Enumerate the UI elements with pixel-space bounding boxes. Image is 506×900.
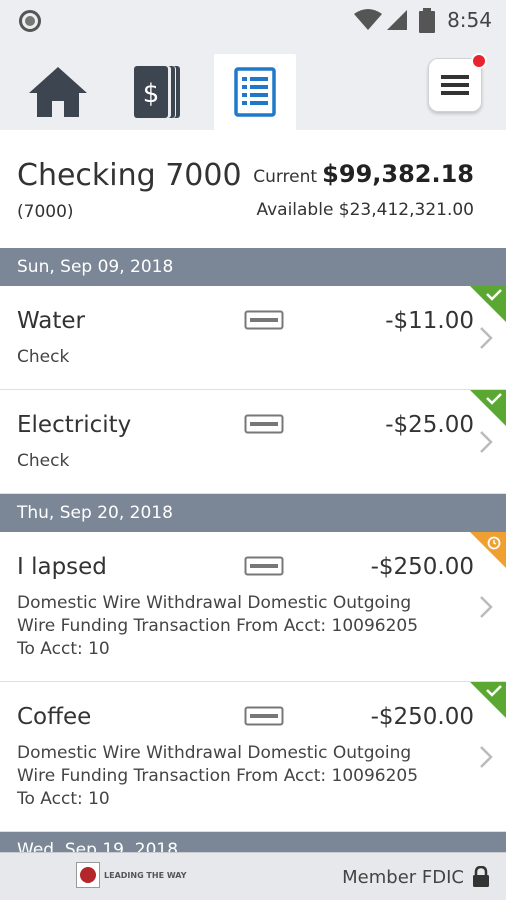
clock: 8:54 <box>447 8 492 32</box>
check-card-icon <box>244 310 284 330</box>
bank-seal-icon <box>76 862 100 888</box>
document-list-icon <box>234 67 276 117</box>
chevron-right-icon <box>480 327 493 349</box>
cleared-status-icon <box>470 682 506 718</box>
svg-text:$: $ <box>143 79 160 109</box>
home-icon <box>29 67 87 117</box>
status-bar: 8:54 <box>0 0 506 40</box>
transaction-amount: -$250.00 <box>370 554 474 580</box>
logo-tagline: LEADING THE WAY <box>104 870 187 880</box>
account-name: Checking 7000 <box>17 158 242 193</box>
transaction-description: Domestic Wire Withdrawal Domestic Outgoi… <box>17 743 419 809</box>
date-header: Thu, Sep 20, 2018 <box>0 494 506 532</box>
footer: LEADING THE WAY Member FDIC <box>0 852 506 900</box>
cell-signal-icon <box>387 10 407 30</box>
date-header: Sun, Sep 09, 2018 <box>0 248 506 286</box>
lock-icon <box>473 866 489 887</box>
transaction-title: Water <box>17 308 85 334</box>
account-number: (7000) <box>17 202 74 222</box>
account-summary: Checking 7000 (7000) Current $99,382.18 … <box>0 130 506 248</box>
battery-icon <box>419 8 435 33</box>
transaction-title: I lapsed <box>17 554 107 580</box>
current-balance-label: Current <box>253 167 318 187</box>
transaction-description: Check <box>17 451 70 471</box>
dollar-cards-icon: $ <box>134 66 180 118</box>
wifi-icon <box>354 9 382 30</box>
cleared-status-icon <box>470 286 506 322</box>
transaction-row[interactable]: Coffee Domestic Wire Withdrawal Domestic… <box>0 682 506 832</box>
tab-home[interactable] <box>17 54 99 130</box>
pending-status-icon <box>470 532 506 568</box>
date-header: Wed, Sep 19, 2018 <box>0 832 506 852</box>
check-card-icon <box>244 556 284 576</box>
transaction-row[interactable]: I lapsed Domestic Wire Withdrawal Domest… <box>0 532 506 682</box>
available-balance: Available $23,412,321.00 <box>256 200 474 220</box>
transaction-title: Electricity <box>17 412 132 438</box>
top-nav: $ <box>0 40 506 130</box>
transaction-title: Coffee <box>17 704 92 730</box>
current-balance: Current $99,382.18 <box>253 160 474 188</box>
notification-badge <box>471 53 487 69</box>
tab-transactions[interactable] <box>214 54 296 130</box>
transaction-description: Domestic Wire Withdrawal Domestic Outgoi… <box>17 593 419 659</box>
bank-logo: LEADING THE WAY <box>76 862 187 888</box>
check-card-icon <box>244 414 284 434</box>
transaction-row[interactable]: Electricity Check -$25.00 <box>0 390 506 494</box>
transaction-amount: -$11.00 <box>385 308 474 334</box>
transaction-description: Check <box>17 347 70 367</box>
transaction-amount: -$25.00 <box>385 412 474 438</box>
menu-button[interactable] <box>428 53 487 112</box>
hamburger-menu-icon <box>441 75 469 95</box>
check-card-icon <box>244 706 284 726</box>
status-indicator-icon <box>19 10 41 32</box>
transaction-amount: -$250.00 <box>370 704 474 730</box>
chevron-right-icon <box>480 431 493 453</box>
tab-accounts[interactable]: $ <box>116 54 198 130</box>
member-fdic-label: Member FDIC <box>342 867 464 888</box>
current-balance-amount: $99,382.18 <box>322 160 474 188</box>
chevron-right-icon <box>480 596 493 618</box>
chevron-right-icon <box>480 746 493 768</box>
cleared-status-icon <box>470 390 506 426</box>
transaction-row[interactable]: Water Check -$11.00 <box>0 286 506 390</box>
